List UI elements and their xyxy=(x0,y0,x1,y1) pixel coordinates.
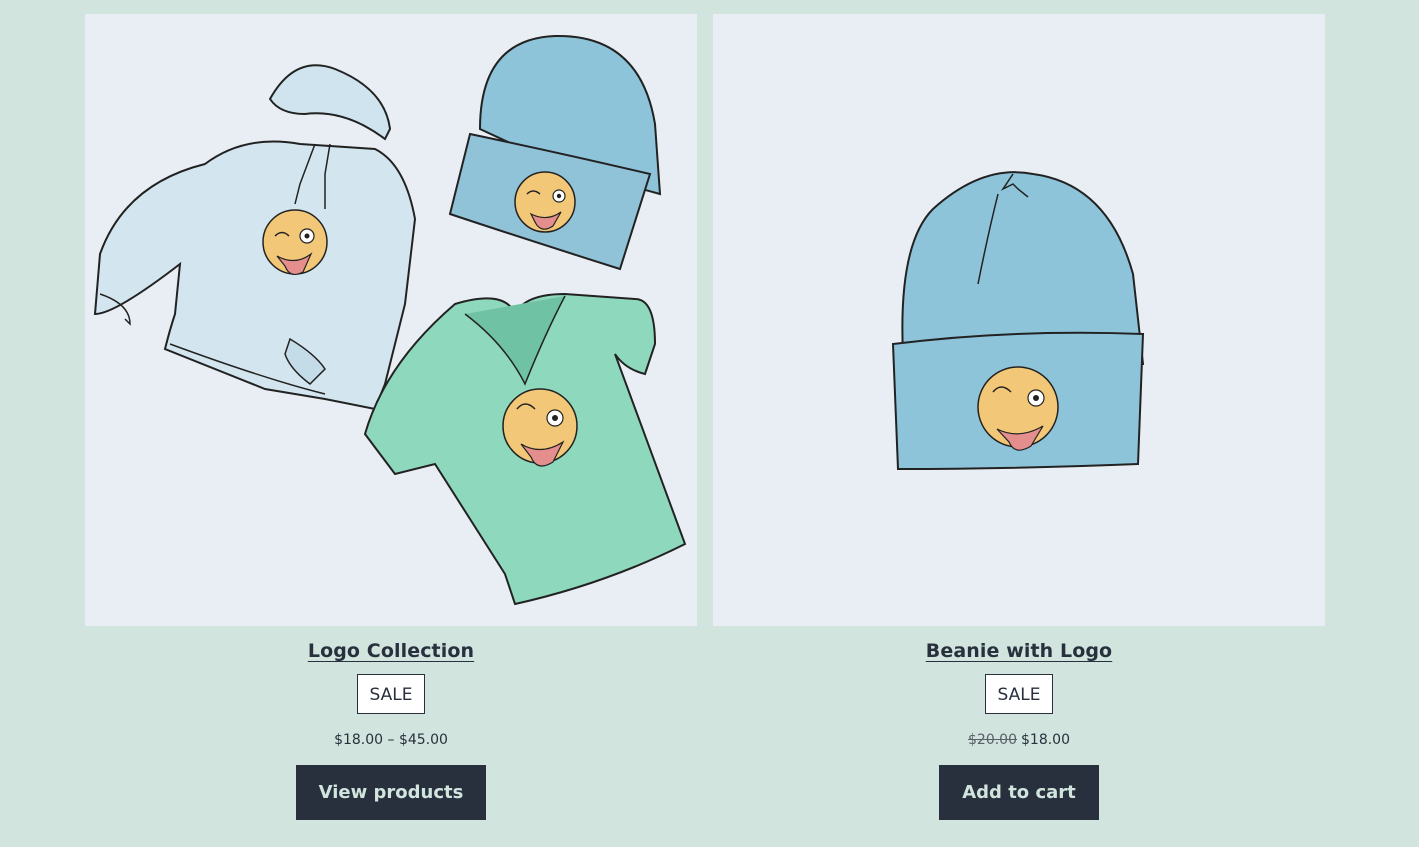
original-price: $20.00 xyxy=(968,732,1017,748)
add-to-cart-button[interactable]: Add to cart xyxy=(939,765,1099,820)
clothing-illustration xyxy=(93,34,687,606)
price-range: $18.00 – $45.00 xyxy=(334,732,448,748)
beanie-illustration xyxy=(891,171,1145,471)
product-card-beanie-with-logo: Beanie with Logo SALE $20.00 $18.00 Add t… xyxy=(713,14,1325,820)
sale-badge: SALE xyxy=(356,674,426,714)
product-image-beanie[interactable] xyxy=(713,14,1325,626)
sale-price: $18.00 xyxy=(1021,732,1070,748)
price: $20.00 $18.00 xyxy=(968,731,1070,749)
beanie-small-graphic xyxy=(448,34,662,271)
product-title-link[interactable]: Logo Collection xyxy=(308,640,474,662)
product-card-logo-collection: Logo Collection SALE $18.00 – $45.00 Vie… xyxy=(85,14,697,820)
product-image-logo-collection[interactable] xyxy=(85,14,697,626)
beanie-graphic xyxy=(891,171,1145,471)
tshirt-graphic xyxy=(363,292,687,606)
hoodie-graphic xyxy=(93,64,417,411)
sale-badge: SALE xyxy=(984,674,1054,714)
product-title-link[interactable]: Beanie with Logo xyxy=(926,640,1112,662)
view-products-button[interactable]: View products xyxy=(295,765,487,820)
